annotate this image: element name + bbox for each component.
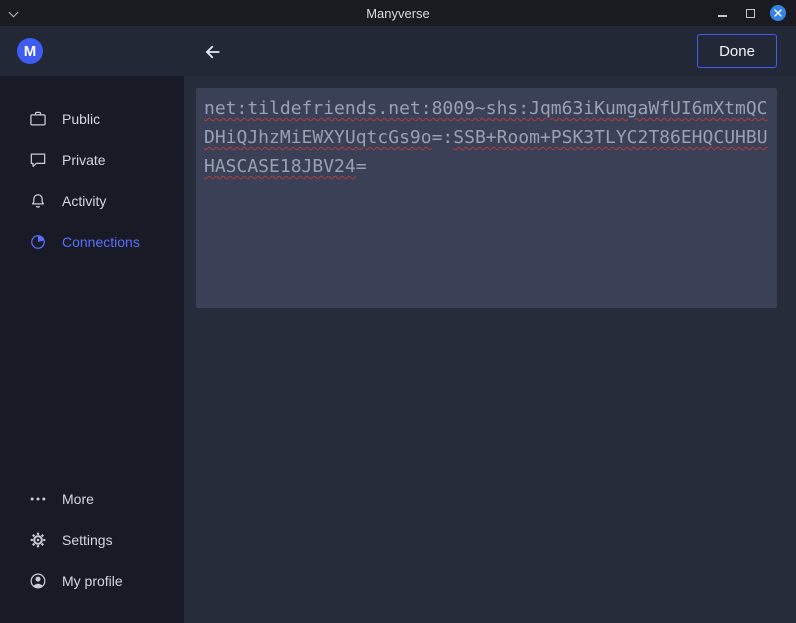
back-button[interactable]	[200, 39, 226, 65]
main-content: net:tildefriends.net:8009~shs:Jqm63iKumg…	[184, 76, 796, 623]
sidebar-item-label: More	[62, 491, 94, 507]
manyverse-window: Manyverse M Done	[0, 0, 796, 623]
sidebar-item-activity[interactable]: Activity	[0, 180, 184, 221]
invite-text-segment: =	[356, 156, 367, 177]
briefcase-icon	[27, 108, 49, 130]
sidebar-item-more[interactable]: More	[0, 478, 184, 519]
sidebar-item-connections[interactable]: Connections	[0, 221, 184, 262]
close-icon	[774, 9, 782, 17]
logo-letter: M	[24, 43, 37, 60]
more-dots-icon	[27, 488, 49, 510]
sidebar-item-private[interactable]: Private	[0, 139, 184, 180]
minimize-icon	[718, 15, 727, 17]
invite-text-segment: =:	[432, 127, 454, 148]
invite-code-input[interactable]: net:tildefriends.net:8009~shs:Jqm63iKumg…	[196, 88, 777, 308]
manyverse-logo: M	[17, 38, 43, 64]
done-label: Done	[719, 43, 755, 60]
sidebar-item-settings[interactable]: Settings	[0, 519, 184, 560]
sidebar-item-label: Settings	[62, 532, 113, 548]
sidebar-item-label: Connections	[62, 234, 140, 250]
sidebar: Public Private Activity	[0, 76, 184, 623]
app-header: M Done	[0, 26, 796, 76]
window-title: Manyverse	[0, 6, 796, 21]
close-button[interactable]	[770, 5, 786, 21]
connections-pie-icon	[27, 231, 49, 253]
chat-bubble-icon	[27, 149, 49, 171]
sidebar-spacer	[0, 262, 184, 478]
titlebar: Manyverse	[0, 0, 796, 26]
gear-icon	[27, 529, 49, 551]
minimize-button[interactable]	[714, 5, 730, 21]
person-icon	[27, 570, 49, 592]
restore-button[interactable]	[742, 5, 758, 21]
chevron-down-icon[interactable]	[10, 9, 18, 17]
sidebar-item-label: Activity	[62, 193, 106, 209]
bell-icon	[27, 190, 49, 212]
arrow-back-icon	[202, 41, 224, 63]
sidebar-item-label: My profile	[62, 573, 123, 589]
sidebar-item-label: Public	[62, 111, 100, 127]
window-controls	[714, 0, 786, 26]
done-button[interactable]: Done	[697, 34, 777, 68]
sidebar-item-public[interactable]: Public	[0, 98, 184, 139]
sidebar-item-my-profile[interactable]: My profile	[0, 560, 184, 601]
sidebar-item-label: Private	[62, 152, 106, 168]
restore-icon	[746, 9, 755, 18]
